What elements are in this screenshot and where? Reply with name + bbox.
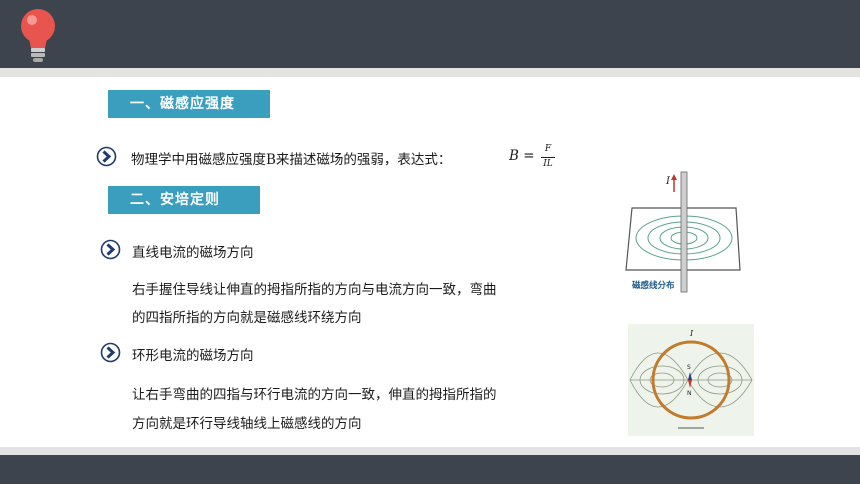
intro-text: 物理学中用磁感应强度B来描述磁场的强弱，表达式： (131, 152, 452, 168)
item-heading-straight-current: 直线电流的磁场方向 (132, 245, 254, 261)
compass-n: N (687, 390, 692, 397)
figure-caption: 磁感线分布 (632, 280, 675, 291)
formula-numerator: F (544, 144, 552, 154)
chevron-right-circle-icon (100, 239, 121, 260)
item-line: 方向就是环行导线轴线上磁感线的方向 (132, 416, 362, 432)
straight-wire-field-figure: I 磁感线分布 (625, 171, 741, 293)
lightbulb-icon (21, 9, 55, 62)
formula-lhs: B = (509, 148, 535, 164)
current-label: I (665, 176, 671, 187)
item-heading-ring-current: 环形电流的磁场方向 (132, 348, 254, 364)
footer-bar (0, 455, 860, 484)
item-line: 的四指所指的方向就是磁感线环绕方向 (132, 310, 362, 326)
item-line: 让右手弯曲的四指与环行电流的方向一致，伸直的拇指所指的 (132, 387, 497, 403)
formula-fraction-bar (541, 157, 555, 158)
chevron-right-circle-icon (96, 146, 117, 167)
section-title-magnetic-induction: 一、磁感应强度 (108, 90, 270, 118)
footer-stripe (0, 447, 860, 455)
formula-denominator: IL (543, 159, 553, 169)
compass-s: S (687, 364, 691, 371)
section-title-ampere-rule: 二、安培定则 (108, 186, 260, 214)
header-bar (0, 0, 860, 68)
item-line: 右手握住导线让伸直的拇指所指的方向与电流方向一致，弯曲 (132, 282, 497, 298)
ring-current-field-figure: I N S (628, 324, 754, 436)
header-stripe (0, 68, 860, 77)
chevron-right-circle-icon (100, 342, 121, 363)
